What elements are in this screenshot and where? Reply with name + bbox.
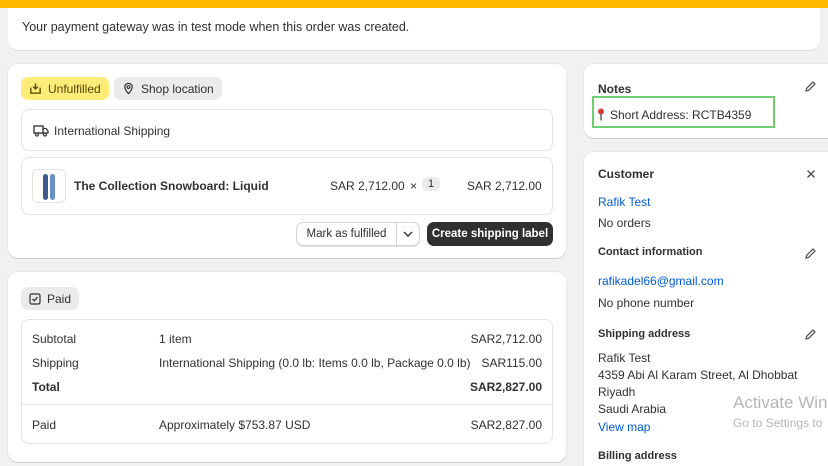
location-pin-icon (124, 82, 133, 95)
total-label: Total (32, 380, 60, 394)
payment-card: Paid Subtotal 1 item SAR2,712.00 Shippin… (8, 272, 566, 462)
truck-icon (33, 125, 49, 137)
notes-title: Notes (598, 82, 632, 96)
fulfill-options-dropdown[interactable] (396, 222, 420, 246)
test-mode-banner-text: Your payment gateway was in test mode wh… (22, 20, 410, 34)
payment-summary-box: Subtotal 1 item SAR2,712.00 Shipping Int… (21, 319, 553, 444)
paid-detail: Approximately $753.87 USD (159, 418, 311, 432)
test-mode-banner: Your payment gateway was in test mode wh… (8, 8, 820, 50)
unfulfilled-badge: Unfulfilled (21, 77, 109, 100)
pin-icon (598, 108, 604, 121)
contact-information-title: Contact information (598, 246, 703, 258)
billing-address-title: Billing address (598, 450, 677, 462)
shipping-detail: International Shipping (0.0 lb: Items 0.… (159, 356, 471, 370)
notes-text: Short Address: RCTB4359 (610, 108, 752, 122)
close-icon[interactable] (806, 169, 816, 179)
notes-card: Notes Short Address: RCTB4359 (584, 64, 828, 138)
paid-label: Paid (32, 418, 57, 432)
view-map-link[interactable]: View map (598, 420, 650, 434)
product-name-link[interactable]: The Collection Snowboard: Liquid (74, 179, 269, 193)
edit-notes-pencil-icon[interactable] (804, 80, 817, 93)
total-amount: SAR2,827.00 (469, 380, 542, 394)
product-thumbnail[interactable] (32, 169, 66, 203)
fulfillment-card: Unfulfilled Shop location International … (8, 64, 566, 258)
mark-as-fulfilled-button[interactable]: Mark as fulfilled (296, 222, 396, 246)
mark-as-fulfilled-label: Mark as fulfilled (306, 228, 387, 240)
multiply-sign: × (410, 179, 418, 193)
customer-name-link[interactable]: Rafik Test (598, 195, 650, 209)
address-line-city: Riyadh (598, 385, 636, 399)
shipping-method-label: International Shipping (54, 124, 171, 138)
activate-windows-subtext: Go to Settings to (733, 416, 823, 430)
unit-price: SAR 2,712.00 (330, 179, 405, 193)
subtotal-detail: 1 item (159, 332, 192, 346)
unfulfilled-badge-label: Unfulfilled (48, 81, 101, 96)
create-shipping-label-button[interactable]: Create shipping label (427, 222, 553, 246)
create-shipping-label-text: Create shipping label (431, 228, 549, 240)
edit-contact-pencil-icon[interactable] (804, 247, 817, 260)
address-line-street: 4359 Abi Al Karam Street, Al Dhobbat (598, 368, 798, 382)
customer-orders: No orders (598, 216, 651, 230)
shop-location-label: Shop location (141, 81, 214, 96)
chevron-down-icon (403, 231, 413, 237)
paid-amount: SAR2,827.00 (470, 418, 542, 432)
customer-email-link[interactable]: rafikadel66@gmail.com (598, 274, 724, 288)
subtotal-amount: SAR2,712.00 (470, 332, 542, 346)
test-mode-top-bar (0, 0, 828, 8)
shipping-label: Shipping (32, 356, 79, 370)
shipping-method-box: International Shipping (21, 109, 553, 151)
address-line-name: Rafik Test (598, 351, 651, 365)
quantity-badge: 1 (422, 177, 441, 191)
customer-phone: No phone number (598, 296, 695, 310)
subtotal-label: Subtotal (32, 332, 77, 346)
line-item-box: The Collection Snowboard: Liquid SAR 2,7… (21, 157, 553, 215)
paid-badge: Paid (21, 287, 80, 310)
shop-location-badge: Shop location (114, 77, 222, 100)
line-item-total: SAR 2,712.00 (467, 179, 542, 193)
activate-windows-watermark: Activate Win (733, 393, 828, 412)
payment-divider (22, 404, 552, 405)
unfulfilled-icon (30, 83, 41, 94)
shipping-address-title: Shipping address (598, 328, 691, 340)
paid-check-icon (29, 292, 41, 305)
shipping-amount: SAR115.00 (481, 356, 543, 370)
customer-title: Customer (598, 167, 655, 181)
address-line-country: Saudi Arabia (598, 402, 667, 416)
edit-shipping-address-pencil-icon[interactable] (804, 328, 817, 341)
paid-badge-label: Paid (47, 291, 72, 306)
